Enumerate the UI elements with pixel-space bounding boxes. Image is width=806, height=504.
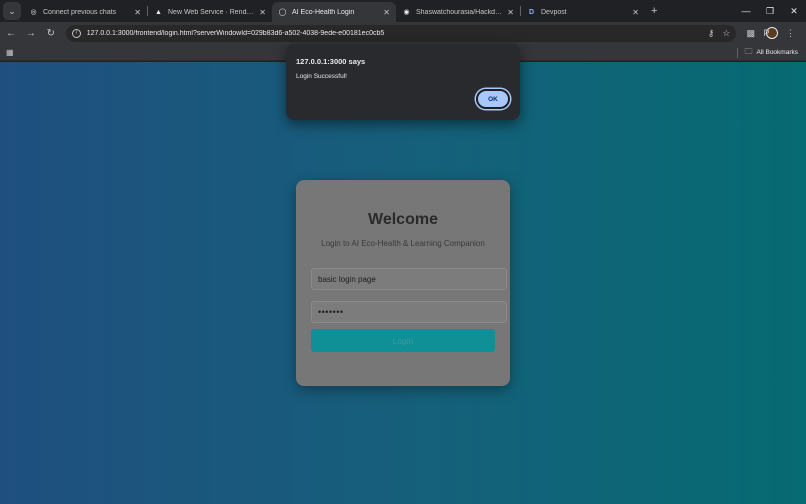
forward-arrow-icon[interactable]: → — [22, 24, 40, 42]
login-subtitle: Login to AI Eco-Health & Learning Compan… — [321, 239, 485, 248]
username-input[interactable]: basic login page — [311, 268, 507, 290]
browser-window: ⌄ ◎ Connect previous chats ✕ ▲ New Web S… — [0, 0, 806, 504]
more-menu-icon[interactable]: ⋮ — [786, 28, 795, 39]
close-tab-icon[interactable]: ✕ — [259, 8, 266, 17]
browser-toolbar: ← → ↻ i 127.0.0.1:3000/frontend/login.ht… — [0, 22, 806, 44]
bookmark-star-icon[interactable]: ☆ — [722, 28, 730, 39]
tab-devpost[interactable]: D Devpost ✕ — [521, 2, 645, 22]
bookmarks-divider — [737, 47, 739, 58]
tab-title: New Web Service · Render Da — [168, 8, 256, 16]
render-icon: ▲ — [155, 8, 162, 16]
folder-icon: 🗀 — [744, 46, 753, 56]
toolbar-actions: ▩ P ⋮ — [746, 27, 806, 39]
dialog-ok-button[interactable]: OK — [476, 89, 510, 109]
github-icon: ◉ — [403, 9, 410, 16]
close-tab-icon[interactable]: ✕ — [632, 8, 639, 17]
site-info-icon[interactable]: i — [71, 28, 81, 38]
tab-strip: ⌄ ◎ Connect previous chats ✕ ▲ New Web S… — [0, 0, 806, 22]
all-bookmarks-label: All Bookmarks — [756, 49, 798, 56]
password-key-icon[interactable]: ⚷ — [708, 28, 715, 39]
login-button[interactable]: Login — [311, 329, 495, 352]
window-controls: — ❐ ✕ — [734, 0, 806, 22]
reload-icon[interactable]: ↻ — [42, 24, 60, 42]
password-input[interactable]: ••••••• — [311, 301, 507, 323]
tab-github[interactable]: ◉ Shaswatchourasia/Hackday_sh ✕ — [396, 2, 520, 22]
tab-render[interactable]: ▲ New Web Service · Render Da ✕ — [148, 2, 272, 22]
profile-avatar[interactable]: P — [763, 27, 778, 39]
tab-connect-previous-chats[interactable]: ◎ Connect previous chats ✕ — [23, 2, 147, 22]
address-bar[interactable]: i 127.0.0.1:3000/frontend/login.html?ser… — [65, 24, 737, 42]
profile-initial: P — [763, 28, 770, 38]
page-viewport: Welcome Login to AI Eco-Health & Learnin… — [0, 62, 806, 504]
tab-title: Shaswatchourasia/Hackday_sh — [416, 8, 503, 16]
tab-title: Connect previous chats — [43, 8, 117, 16]
tab-title: Devpost — [541, 8, 567, 16]
all-bookmarks-button[interactable]: 🗀 All Bookmarks — [737, 44, 798, 61]
address-url[interactable]: 127.0.0.1:3000/frontend/login.html?serve… — [87, 30, 700, 37]
new-tab-plus-icon[interactable]: + — [651, 5, 657, 17]
minimize-icon[interactable]: — — [734, 0, 758, 22]
apps-grid-icon[interactable]: ▦ — [6, 48, 14, 57]
close-tab-icon[interactable]: ✕ — [134, 8, 141, 17]
welcome-heading: Welcome — [368, 211, 438, 228]
tab-title: AI Eco-Health Login — [292, 8, 355, 16]
tab-search-button[interactable]: ⌄ — [3, 2, 21, 20]
back-arrow-icon[interactable]: ← — [2, 24, 20, 42]
close-tab-icon[interactable]: ✕ — [383, 8, 390, 17]
globe-icon: ◯ — [278, 9, 287, 16]
restore-icon[interactable]: ❐ — [758, 0, 782, 22]
extensions-puzzle-icon[interactable]: ▩ — [746, 28, 755, 39]
dialog-title: 127.0.0.1:3000 says — [296, 57, 366, 66]
dialog-message: Login Successful! — [296, 73, 347, 80]
chevron-down-icon: ⌄ — [8, 5, 16, 16]
devpost-icon: D — [528, 8, 535, 16]
login-card: Welcome Login to AI Eco-Health & Learnin… — [296, 180, 510, 386]
close-tab-icon[interactable]: ✕ — [507, 8, 514, 17]
chat-icon: ◎ — [30, 9, 37, 16]
tab-ai-eco-health-login[interactable]: ◯ AI Eco-Health Login ✕ — [272, 2, 396, 22]
alert-dialog: 127.0.0.1:3000 says Login Successful! OK — [286, 44, 520, 120]
close-window-icon[interactable]: ✕ — [782, 0, 806, 22]
